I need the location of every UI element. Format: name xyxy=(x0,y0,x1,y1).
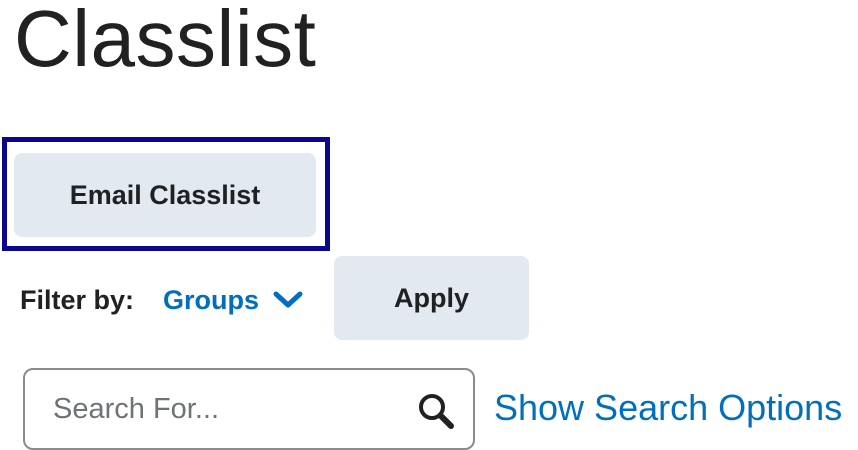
groups-dropdown-label: Groups xyxy=(163,284,260,315)
search-box xyxy=(23,368,475,450)
classlist-page: Classlist Email Classlist Filter by: Gro… xyxy=(0,0,858,450)
email-classlist-button[interactable]: Email Classlist xyxy=(14,153,316,237)
page-title: Classlist xyxy=(14,0,317,83)
search-input[interactable] xyxy=(53,382,403,436)
groups-filter-dropdown[interactable]: Groups xyxy=(163,279,303,321)
filter-by-label: Filter by: xyxy=(20,285,135,315)
apply-button[interactable]: Apply xyxy=(334,256,529,340)
search-icon[interactable] xyxy=(417,392,455,430)
chevron-down-icon xyxy=(273,291,303,308)
show-search-options-link[interactable]: Show Search Options xyxy=(494,386,842,430)
